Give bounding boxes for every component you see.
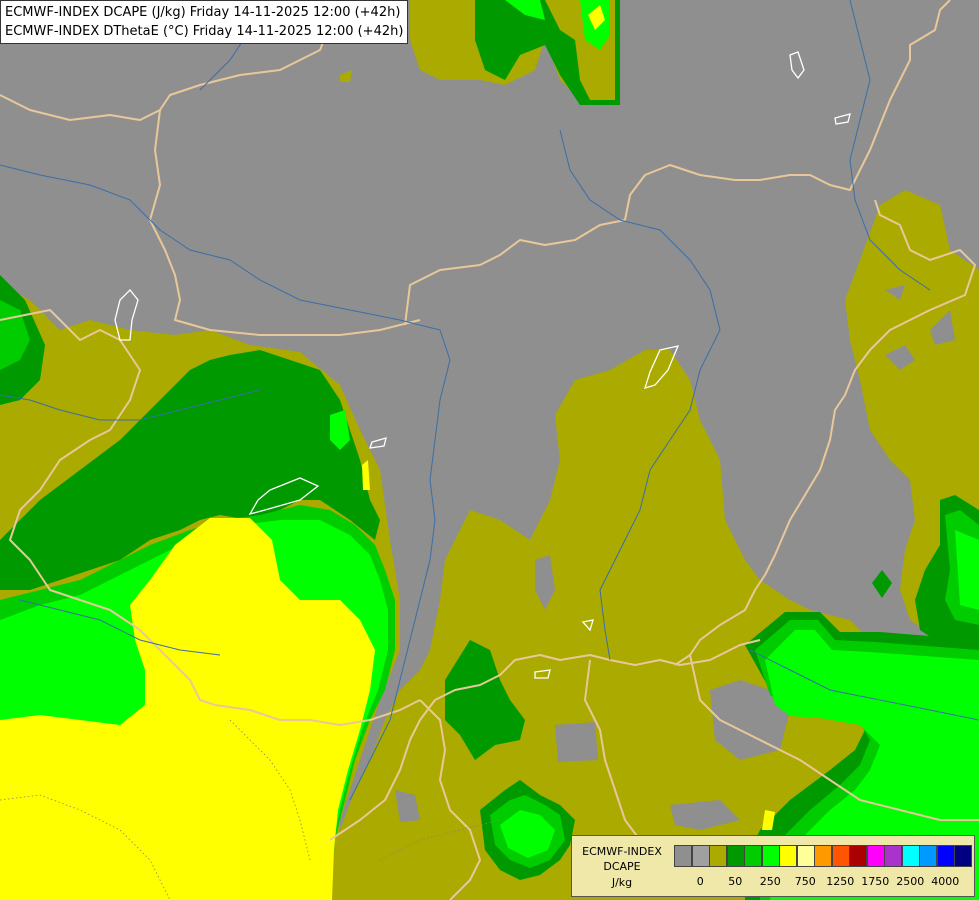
legend-swatch: [884, 845, 902, 867]
legend-swatch: [919, 845, 937, 867]
legend-unit: J/kg: [611, 876, 633, 889]
legend-swatch: [674, 845, 692, 867]
legend-swatch: [779, 845, 797, 867]
legend-tick-label: 1750: [861, 875, 890, 888]
legend-swatch: [936, 845, 955, 867]
legend: ECMWF-INDEX DCAPE J/kg 0 50 250 750 1250 1750…: [571, 835, 975, 897]
legend-swatch: [761, 845, 780, 867]
legend-swatch: [709, 845, 727, 867]
legend-title-2: DCAPE: [603, 860, 641, 873]
legend-swatch: [744, 845, 762, 867]
legend-tick-label: 750: [794, 875, 816, 888]
header-line-1: ECMWF-INDEX DCAPE (J/kg) Friday 14-11-20…: [5, 5, 401, 20]
legend-swatch: [814, 845, 832, 867]
legend-swatch: [866, 845, 885, 867]
legend-tick-label: 50: [728, 875, 743, 888]
legend-swatch: [954, 845, 972, 867]
header-title-box: ECMWF-INDEX DCAPE (J/kg) Friday 14-11-20…: [0, 0, 409, 44]
legend-swatch: [796, 845, 815, 867]
legend-tick-label: 0: [696, 875, 704, 888]
legend-swatch: [831, 845, 850, 867]
header-line-2: ECMWF-INDEX DThetaE (°C) Friday 14-11-20…: [5, 24, 404, 39]
weather-map: ECMWF-INDEX DCAPE (J/kg) Friday 14-11-20…: [0, 0, 979, 900]
legend-tick-label: 250: [759, 875, 781, 888]
legend-swatch: [726, 845, 745, 867]
legend-swatch: [849, 845, 867, 867]
gray-hole-2: [555, 722, 598, 762]
legend-tick-label: 4000: [931, 875, 960, 888]
legend-tick-label: 2500: [896, 875, 925, 888]
legend-swatch: [901, 845, 920, 867]
legend-tick-label: 1250: [826, 875, 855, 888]
dcape-field-map: [0, 0, 979, 900]
legend-title-1: ECMWF-INDEX: [582, 845, 662, 858]
legend-swatch: [691, 845, 710, 867]
